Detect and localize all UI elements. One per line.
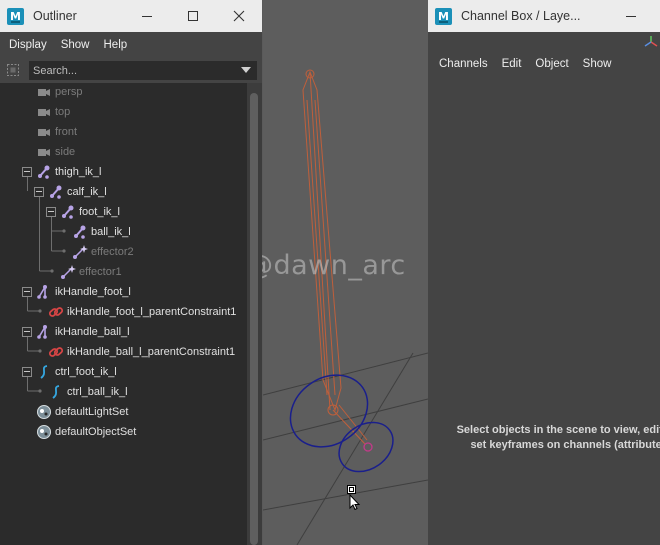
ik-handle-icon	[37, 325, 47, 339]
maximize-button[interactable]	[654, 0, 660, 32]
outliner-item-ctrl-foot-ik-l[interactable]: ctrl_foot_ik_l	[36, 362, 117, 382]
channel-box-menubar: Channels Edit Object Show	[428, 53, 660, 75]
menu-help[interactable]: Help	[104, 39, 128, 51]
outliner-item-label: effector1	[79, 266, 122, 278]
menu-display[interactable]: Display	[9, 39, 47, 51]
constraint-icon	[48, 347, 64, 357]
maximize-icon	[188, 11, 198, 21]
maya-logo-icon: M	[7, 7, 24, 25]
joint-icon	[74, 225, 86, 239]
outliner-window: M Outliner Display Show Help Search... p…	[0, 0, 262, 545]
outliner-item-side[interactable]: side	[36, 142, 75, 162]
outliner-item-thigh-ik-l[interactable]: thigh_ik_l	[36, 162, 101, 182]
outliner-item-effector2[interactable]: effector2	[72, 242, 134, 262]
outliner-item-label: ball_ik_l	[91, 226, 131, 238]
channel-box-title: Channel Box / Laye...	[461, 9, 581, 23]
outliner-item-persp[interactable]: persp	[36, 82, 83, 102]
ik-handle-icon	[37, 285, 47, 299]
curve-icon	[52, 385, 60, 399]
watermark-text: @dawn_arc	[246, 250, 406, 281]
outliner-item-ikhandle-foot-l[interactable]: ikHandle_foot_l	[36, 282, 131, 302]
outliner-item-front[interactable]: front	[36, 122, 77, 142]
channel-box-empty-message: Select objects in the scene to view, edi…	[456, 424, 660, 451]
set-icon	[37, 405, 51, 419]
curve-icon	[40, 365, 48, 379]
channel-box-titlebar[interactable]: M Channel Box / Laye...	[428, 0, 660, 32]
outliner-item-label: defaultObjectSet	[55, 426, 137, 438]
outliner-item-label: front	[55, 126, 78, 138]
outliner-item-foot-ik-l[interactable]: foot_ik_l	[60, 202, 120, 222]
expander-ctrl-foot[interactable]	[22, 367, 32, 377]
menu-channels[interactable]: Channels	[439, 58, 488, 70]
search-dropdown-icon[interactable]	[241, 67, 251, 73]
outliner-scrollbar[interactable]	[247, 83, 262, 545]
outliner-item-label: persp	[55, 86, 83, 98]
outliner-item-ikhandle-ball-l-parentconstraint1[interactable]: ikHandle_ball_l_parentConstraint1	[48, 342, 235, 362]
minimize-icon	[142, 16, 152, 17]
joint-icon	[62, 205, 74, 219]
outliner-item-effector1[interactable]: effector1	[60, 262, 122, 282]
camera-icon	[38, 129, 50, 136]
set-icon	[37, 425, 51, 439]
outliner-tree[interactable]: persp top front side thigh_ik_l calf_ik_…	[0, 83, 247, 545]
outliner-item-label: ikHandle_ball_l	[55, 326, 130, 338]
outliner-titlebar[interactable]: M Outliner	[0, 0, 262, 32]
outliner-item-ball-ik-l[interactable]: ball_ik_l	[72, 222, 131, 242]
outliner-item-label: ikHandle_ball_l_parentConstraint1	[67, 346, 236, 358]
expander-ikhandle-foot[interactable]	[22, 287, 32, 297]
menu-edit[interactable]: Edit	[502, 58, 522, 70]
outliner-menubar: Display Show Help	[0, 32, 262, 58]
menu-object[interactable]: Object	[535, 58, 568, 70]
search-input[interactable]	[29, 61, 257, 80]
joint-icon	[50, 185, 62, 199]
outliner-item-label: ctrl_ball_ik_l	[67, 386, 128, 398]
camera-icon	[38, 109, 50, 116]
expander-foot[interactable]	[46, 207, 56, 217]
outliner-item-label: top	[55, 106, 71, 118]
expander-calf[interactable]	[34, 187, 44, 197]
channel-box-window: M Channel Box / Laye... Channels Edit Ob…	[428, 0, 660, 545]
outliner-item-label: defaultLightSet	[55, 406, 129, 418]
outliner-item-label: calf_ik_l	[67, 186, 107, 198]
outliner-item-ctrl-ball-ik-l[interactable]: ctrl_ball_ik_l	[48, 382, 128, 402]
menu-show[interactable]: Show	[61, 39, 90, 51]
close-button[interactable]	[216, 0, 262, 32]
outliner-item-defaultobjectset[interactable]: defaultObjectSet	[36, 422, 136, 442]
outliner-item-label: effector2	[91, 246, 134, 258]
search-row	[0, 59, 262, 83]
menu-show[interactable]: Show	[583, 58, 612, 70]
outliner-item-calf-ik-l[interactable]: calf_ik_l	[48, 182, 107, 202]
outliner-item-defaultlightset[interactable]: defaultLightSet	[36, 402, 128, 422]
maya-logo-icon: M	[435, 7, 452, 25]
outliner-item-label: ikHandle_foot_l	[55, 286, 131, 298]
close-icon	[233, 10, 245, 22]
camera-icon	[38, 89, 50, 96]
joint-icon	[38, 165, 50, 179]
effector-icon	[73, 245, 88, 259]
outliner-title: Outliner	[33, 9, 77, 23]
outliner-item-label: thigh_ik_l	[55, 166, 102, 178]
camera-icon	[38, 149, 50, 156]
outliner-item-label: ikHandle_foot_l_parentConstraint1	[67, 306, 237, 318]
outliner-item-label: side	[55, 146, 76, 158]
minimize-icon	[626, 16, 636, 17]
outliner-item-label: foot_ik_l	[79, 206, 120, 218]
constraint-icon	[48, 307, 64, 317]
minimize-button[interactable]	[124, 0, 170, 32]
minimize-button[interactable]	[608, 0, 654, 32]
outliner-item-ikhandle-ball-l[interactable]: ikHandle_ball_l	[36, 322, 130, 342]
expander-ikhandle-ball[interactable]	[22, 327, 32, 337]
effector-icon	[61, 265, 76, 279]
expander-thigh[interactable]	[22, 167, 32, 177]
outliner-item-ikhandle-foot-l-parentconstraint1[interactable]: ikHandle_foot_l_parentConstraint1	[48, 302, 236, 322]
mouse-cursor-icon	[346, 484, 362, 513]
outliner-item-top[interactable]: top	[36, 102, 70, 122]
axis-icon[interactable]	[644, 35, 658, 49]
maximize-button[interactable]	[170, 0, 216, 32]
filter-icon[interactable]	[6, 63, 20, 77]
outliner-item-label: ctrl_foot_ik_l	[55, 366, 117, 378]
scrollbar-thumb[interactable]	[250, 93, 258, 545]
